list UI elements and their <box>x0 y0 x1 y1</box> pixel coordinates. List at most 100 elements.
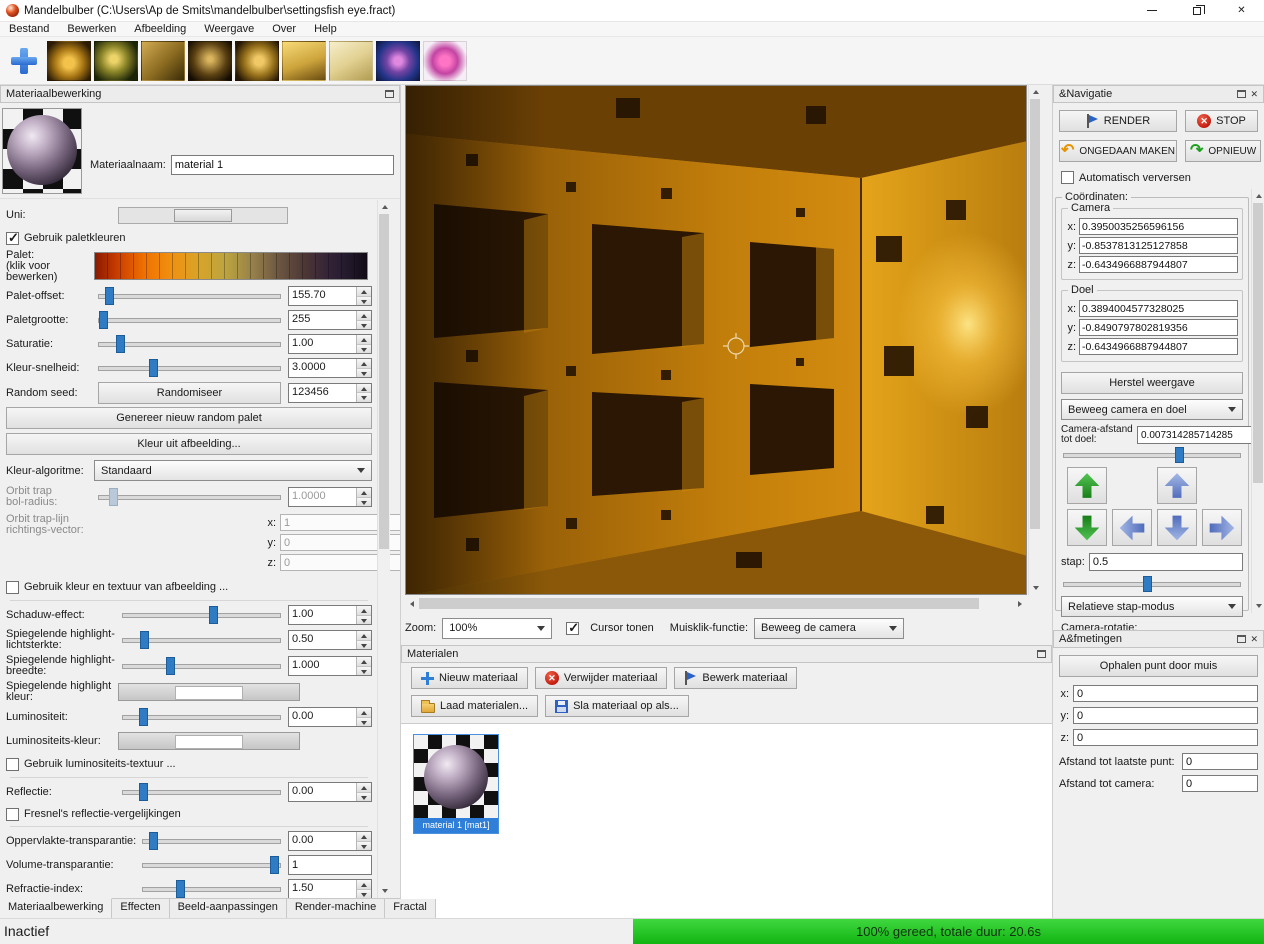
menu-bewerken[interactable]: Bewerken <box>58 22 125 37</box>
move-down-green-button[interactable] <box>1067 509 1107 546</box>
preset-thumbnail-8[interactable] <box>376 40 420 81</box>
spin-down-icon[interactable] <box>357 393 371 402</box>
close-icon[interactable]: ✕ <box>1250 634 1258 644</box>
move-up-green-button[interactable] <box>1067 467 1107 504</box>
slider-handle[interactable] <box>140 631 150 649</box>
preset-thumbnail-3[interactable] <box>141 40 185 81</box>
spin-down-icon[interactable] <box>357 296 371 305</box>
orbit-radius-slider[interactable] <box>98 488 281 506</box>
spin-down-icon[interactable] <box>357 368 371 377</box>
restore-button[interactable] <box>1174 0 1219 22</box>
spin-down-icon[interactable] <box>357 792 371 801</box>
move-forward-button[interactable] <box>1157 467 1197 504</box>
move-left-button[interactable] <box>1112 509 1152 546</box>
refraction-slider[interactable] <box>142 880 281 898</box>
use-texture-checkbox[interactable] <box>6 580 19 594</box>
spin-up-icon[interactable] <box>357 631 371 641</box>
menu-bestand[interactable]: Bestand <box>0 22 58 37</box>
target-y-input[interactable] <box>1079 319 1238 336</box>
use-palette-checkbox[interactable] <box>6 230 19 246</box>
scroll-down-button[interactable] <box>378 885 391 898</box>
spin-down-icon[interactable] <box>357 640 371 649</box>
slider-handle[interactable] <box>1174 447 1184 463</box>
spin-up-icon[interactable] <box>357 359 371 369</box>
menu-help[interactable]: Help <box>305 22 346 37</box>
material-panel-scrollbar[interactable] <box>377 200 390 898</box>
spin-down-icon[interactable] <box>357 841 371 850</box>
slider-handle[interactable] <box>108 488 118 506</box>
auto-refresh-checkbox[interactable] <box>1061 171 1074 184</box>
scroll-left-button[interactable] <box>405 597 418 610</box>
luminosity-spinbox[interactable]: 0.00 <box>288 707 372 727</box>
scroll-down-button[interactable] <box>1252 600 1264 613</box>
pick-point-button[interactable]: Ophalen punt door muis <box>1059 655 1258 677</box>
slider-handle[interactable] <box>149 832 159 850</box>
palette-size-spinbox[interactable]: 255 <box>288 310 372 330</box>
add-preset-button[interactable] <box>4 41 44 81</box>
spin-down-icon[interactable] <box>357 889 371 898</box>
undock-icon[interactable] <box>1237 90 1247 98</box>
move-right-button[interactable] <box>1202 509 1242 546</box>
spin-down-icon[interactable] <box>357 320 371 329</box>
slider-handle[interactable] <box>138 783 148 801</box>
spin-down-icon[interactable] <box>357 615 371 624</box>
luminosity-slider[interactable] <box>122 708 281 726</box>
preset-thumbnail-4[interactable] <box>188 40 232 81</box>
slider-handle[interactable] <box>115 335 125 353</box>
render-button[interactable]: RENDER <box>1059 110 1177 132</box>
distance-camera-input[interactable] <box>1182 775 1258 792</box>
tab-fractal[interactable]: Fractal <box>385 899 436 918</box>
preset-thumbnail-2[interactable] <box>94 40 138 81</box>
color-algorithm-combo[interactable]: Standaard <box>94 460 372 481</box>
navigation-scrollbar[interactable] <box>1251 189 1264 613</box>
specular-width-slider[interactable] <box>122 657 281 675</box>
volume-transparency-slider[interactable] <box>142 856 281 874</box>
spin-down-icon[interactable] <box>357 666 371 675</box>
color-from-image-button[interactable]: Kleur uit afbeelding... <box>6 433 372 455</box>
step-mode-combo[interactable]: Relatieve stap-modus <box>1061 596 1243 617</box>
spin-up-icon[interactable] <box>357 880 371 890</box>
randomize-button[interactable]: Randomiseer <box>98 381 281 404</box>
tab-render-machine[interactable]: Render-machine <box>286 899 386 918</box>
camera-z-input[interactable] <box>1079 256 1238 273</box>
spin-up-icon[interactable] <box>357 708 371 718</box>
stop-button[interactable]: ✕ STOP <box>1185 110 1258 132</box>
palette-offset-slider[interactable] <box>98 287 281 305</box>
viewport-hscrollbar[interactable] <box>405 597 1027 610</box>
orbit-radius-spinbox[interactable]: 1.0000 <box>288 487 372 507</box>
target-z-input[interactable] <box>1079 338 1238 355</box>
spin-down-icon[interactable] <box>357 717 371 726</box>
undock-icon[interactable] <box>1037 650 1046 658</box>
preset-thumbnail-7[interactable] <box>329 40 373 81</box>
slider-handle[interactable] <box>99 311 109 329</box>
measure-x-input[interactable] <box>1073 685 1258 702</box>
refraction-spinbox[interactable]: 1.50 <box>288 879 372 898</box>
undock-icon[interactable] <box>1237 635 1247 643</box>
scroll-down-button[interactable] <box>1029 582 1042 595</box>
measure-z-input[interactable] <box>1073 729 1258 746</box>
mouse-function-combo[interactable]: Beweeg de camera <box>754 617 905 639</box>
minimize-button[interactable] <box>1129 0 1174 22</box>
fresnel-checkbox[interactable] <box>6 807 19 821</box>
zoom-combo[interactable]: 100% <box>442 617 553 639</box>
volume-transparency-input[interactable] <box>288 855 372 875</box>
scroll-thumb[interactable] <box>1253 203 1263 483</box>
spin-up-icon[interactable] <box>357 287 371 297</box>
specular-intensity-slider[interactable] <box>122 631 281 649</box>
spin-up-icon[interactable] <box>357 311 371 321</box>
slider-handle[interactable] <box>104 287 114 305</box>
show-cursor-checkbox[interactable] <box>566 620 580 636</box>
reset-view-button[interactable]: Herstel weergave <box>1061 372 1243 394</box>
scroll-thumb[interactable] <box>379 214 389 549</box>
reflection-slider[interactable] <box>122 783 281 801</box>
step-input[interactable] <box>1088 553 1243 571</box>
move-backward-button[interactable] <box>1157 509 1197 546</box>
distance-last-point-input[interactable] <box>1182 753 1258 770</box>
save-material-button[interactable]: Sla materiaal op als... <box>545 695 689 717</box>
scroll-right-button[interactable] <box>1014 597 1027 610</box>
surface-transparency-slider[interactable] <box>142 832 281 850</box>
luminosity-color-swatch[interactable] <box>118 732 300 750</box>
camera-distance-input[interactable] <box>1137 426 1264 444</box>
spin-up-icon[interactable] <box>357 657 371 667</box>
load-materials-button[interactable]: Laad materialen... <box>411 695 539 717</box>
